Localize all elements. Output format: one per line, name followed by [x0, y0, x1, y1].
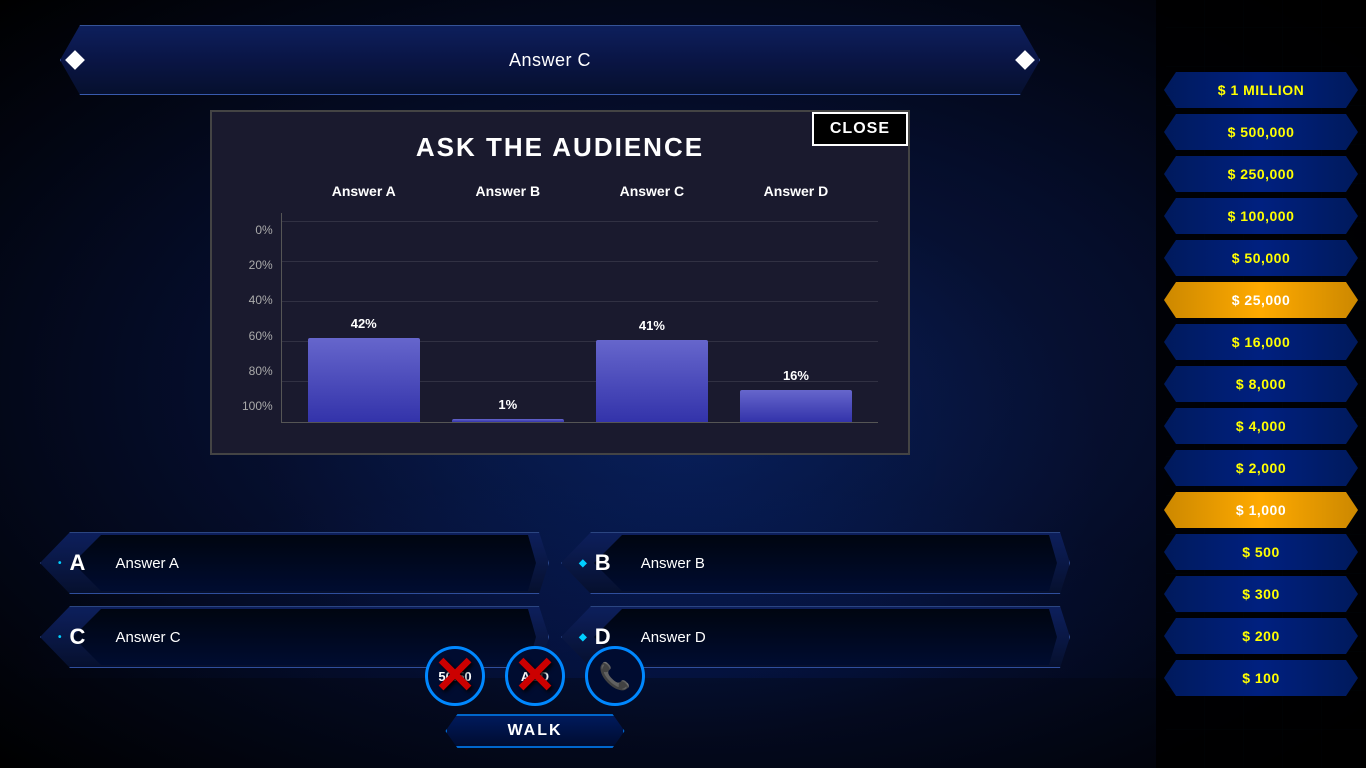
chart-area: 100% 80% 60% 40% 20% 0% Answer A — [242, 183, 878, 423]
chart-y-axis: 100% 80% 60% 40% 20% 0% — [242, 223, 273, 423]
prize-250000[interactable]: $ 250,000 — [1156, 154, 1366, 194]
close-button[interactable]: CLOSE — [812, 112, 908, 146]
prize-500[interactable]: $ 500 — [1156, 532, 1366, 572]
prize-500000-text: $ 500,000 — [1228, 124, 1295, 140]
cross-icon-audience: ✕ — [513, 650, 557, 702]
answer-b-label: ◆ B Answer B — [561, 550, 1070, 576]
chart-columns: Answer A 42% Answer B 1% Answer C — [281, 213, 878, 423]
audience-popup: CLOSE ASK THE AUDIENCE 100% 80% 60% 40% … — [210, 110, 910, 455]
main-area: Answer C • A Answer A ◆ B Answer B • — [0, 0, 1150, 768]
answer-d-label: ◆ D Answer D — [561, 624, 1070, 650]
chart-bar-c: 41% — [596, 340, 708, 422]
prize-2000[interactable]: $ 2,000 — [1156, 448, 1366, 488]
chart-col-b: Answer B 1% — [446, 213, 570, 422]
answer-a-letter: A — [70, 550, 100, 576]
chart-bar-d: 16% — [740, 390, 852, 422]
prize-200-text: $ 200 — [1242, 628, 1280, 644]
prize-1000000[interactable]: $ 1 MILLION — [1156, 70, 1366, 110]
answer-d-letter: D — [595, 624, 625, 650]
fifty-fifty-lifeline[interactable]: 50:50 ✕ — [425, 646, 485, 706]
prize-1000000-text: $ 1 MILLION — [1218, 82, 1304, 98]
prize-1000[interactable]: $ 1,000 — [1156, 490, 1366, 530]
prize-16000-text: $ 16,000 — [1232, 334, 1291, 350]
answer-b-letter: B — [595, 550, 625, 576]
prize-16000[interactable]: $ 16,000 — [1156, 322, 1366, 362]
answer-c-letter: C — [70, 624, 100, 650]
prize-25000-text: $ 25,000 — [1232, 292, 1291, 308]
chart-col-a: Answer A 42% — [302, 213, 426, 422]
walk-label: WALK — [507, 722, 562, 739]
question-banner-inner: Answer C — [60, 25, 1040, 95]
chart-pct-a: 42% — [351, 316, 377, 331]
prize-25000[interactable]: $ 25,000 — [1156, 280, 1366, 320]
audience-popup-title: ASK THE AUDIENCE — [242, 132, 878, 163]
chart-col-d: Answer D 16% — [734, 213, 858, 422]
prize-100000-text: $ 100,000 — [1228, 208, 1295, 224]
prize-100[interactable]: $ 100 — [1156, 658, 1366, 698]
chart-col-a-label: Answer A — [332, 183, 396, 199]
question-banner: Answer C — [60, 20, 1040, 100]
prize-4000-text: $ 4,000 — [1236, 418, 1286, 434]
chart-bar-b: 1% — [452, 419, 564, 422]
chart-pct-b: 1% — [498, 397, 517, 412]
answer-a-label: • A Answer A — [40, 550, 549, 576]
prize-300-text: $ 300 — [1242, 586, 1280, 602]
y-label-60: 60% — [242, 329, 273, 343]
chart-col-c-label: Answer C — [620, 183, 685, 199]
prize-500-text: $ 500 — [1242, 544, 1280, 560]
question-text: Answer C — [509, 50, 591, 71]
y-label-0: 0% — [242, 223, 273, 237]
chart-bar-a: 42% — [308, 338, 420, 422]
answer-c-dot: • — [58, 632, 62, 643]
ask-audience-lifeline[interactable]: AUD ✕ — [505, 646, 565, 706]
cross-icon-fifty: ✕ — [433, 650, 477, 702]
answer-a-dot: • — [58, 558, 62, 569]
walk-button[interactable]: WALK — [445, 714, 624, 748]
prize-300[interactable]: $ 300 — [1156, 574, 1366, 614]
answer-c-label: • C Answer C — [40, 624, 549, 650]
y-label-40: 40% — [242, 293, 273, 307]
prize-8000[interactable]: $ 8,000 — [1156, 364, 1366, 404]
answer-b-button[interactable]: ◆ B Answer B — [561, 532, 1070, 594]
answer-d-dot: ◆ — [579, 632, 587, 643]
chart-col-c: Answer C 41% — [590, 213, 714, 422]
y-label-20: 20% — [242, 258, 273, 272]
prize-50000-text: $ 50,000 — [1232, 250, 1291, 266]
answer-b-text: Answer B — [641, 555, 705, 572]
chart-col-b-label: Answer B — [476, 183, 541, 199]
chart-pct-d: 16% — [783, 368, 809, 383]
y-label-100: 100% — [242, 399, 273, 413]
prize-ladder: $ 1 MILLION $ 500,000 $ 250,000 $ 100,00… — [1156, 0, 1366, 768]
prize-500000[interactable]: $ 500,000 — [1156, 112, 1366, 152]
lifelines-section: 50:50 ✕ AUD ✕ 📞 WALK — [0, 646, 1070, 748]
lifelines-row: 50:50 ✕ AUD ✕ 📞 — [425, 646, 645, 706]
prize-250000-text: $ 250,000 — [1228, 166, 1295, 182]
y-label-80: 80% — [242, 364, 273, 378]
prize-50000[interactable]: $ 50,000 — [1156, 238, 1366, 278]
prize-2000-text: $ 2,000 — [1236, 460, 1286, 476]
chart-col-d-label: Answer D — [764, 183, 829, 199]
prize-100-text: $ 100 — [1242, 670, 1280, 686]
prize-4000[interactable]: $ 4,000 — [1156, 406, 1366, 446]
prize-100000[interactable]: $ 100,000 — [1156, 196, 1366, 236]
chart-pct-c: 41% — [639, 318, 665, 333]
phone-icon: 📞 — [599, 661, 631, 692]
answer-b-dot: ◆ — [579, 558, 587, 569]
answer-a-text: Answer A — [116, 555, 179, 572]
prize-200[interactable]: $ 200 — [1156, 616, 1366, 656]
fifty-fifty-cross: ✕ — [425, 646, 485, 706]
prize-1000-text: $ 1,000 — [1236, 502, 1286, 518]
answer-a-button[interactable]: • A Answer A — [40, 532, 549, 594]
phone-friend-lifeline[interactable]: 📞 — [585, 646, 645, 706]
answer-d-text: Answer D — [641, 629, 706, 646]
ask-audience-cross: ✕ — [505, 646, 565, 706]
prize-8000-text: $ 8,000 — [1236, 376, 1286, 392]
answer-c-text: Answer C — [116, 629, 181, 646]
